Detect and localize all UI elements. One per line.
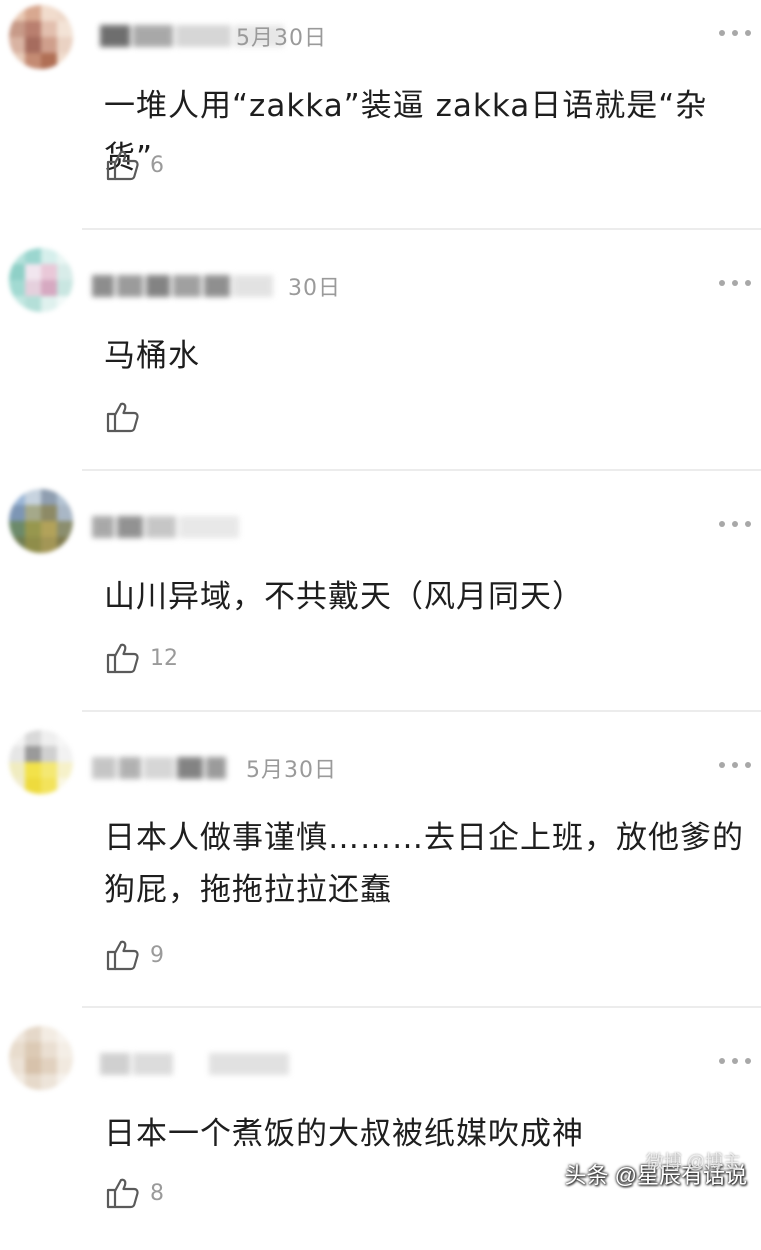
comment-text: 日本人做事谨慎………去日企上班，放他爹的狗屁，拖拖拉拉还蠢 (104, 820, 744, 908)
comment-date: 30日 (288, 276, 341, 301)
more-dots-icon[interactable] (719, 29, 753, 37)
avatar[interactable] (9, 489, 73, 553)
watermark-ghost-text: 微博 @博主 (645, 1152, 741, 1172)
like-button[interactable]: 6 (106, 148, 164, 182)
comment-item: 日本一个煮饭的大叔被纸媒吹成神 8 (0, 1008, 761, 1250)
like-count: 6 (150, 152, 164, 178)
more-dots-icon[interactable] (719, 520, 753, 528)
like-count: 8 (150, 1180, 164, 1206)
comment-item: 5月30日 一堆人用“zakka”装逼 zakka日语就是“杂货” 6 (0, 0, 761, 230)
like-button[interactable]: 8 (106, 1176, 164, 1210)
like-button[interactable] (106, 400, 150, 434)
like-count: 9 (150, 942, 164, 968)
comment-feed: 5月30日 一堆人用“zakka”装逼 zakka日语就是“杂货” 6 30日 … (0, 0, 761, 1250)
like-button[interactable]: 12 (106, 641, 178, 675)
thumbs-up-icon (106, 940, 139, 971)
comment-item: 山川异域，不共戴天（风月同天） 12 (0, 471, 761, 712)
more-dots-icon[interactable] (719, 1057, 753, 1065)
avatar[interactable] (9, 5, 73, 69)
like-button[interactable]: 9 (106, 938, 164, 972)
avatar[interactable] (9, 730, 73, 794)
thumbs-up-icon (106, 643, 139, 674)
comment-date: 5月30日 (246, 758, 337, 783)
comment-item: 5月30日 日本人做事谨慎………去日企上班，放他爹的狗屁，拖拖拉拉还蠢 9 (0, 712, 761, 1008)
comment-text: 马桶水 (104, 338, 200, 374)
thumbs-up-icon (106, 402, 139, 433)
more-dots-icon[interactable] (719, 279, 753, 287)
comment-text: 一堆人用“zakka”装逼 zakka日语就是“杂货” (104, 88, 708, 176)
username-blurred[interactable] (92, 750, 242, 786)
thumbs-up-icon (106, 150, 139, 181)
comment-date: 5月30日 (236, 26, 327, 51)
like-count: 12 (150, 645, 178, 671)
username-blurred[interactable] (100, 1046, 310, 1082)
avatar[interactable] (9, 1026, 73, 1090)
comment-text: 山川异域，不共戴天（风月同天） (104, 579, 584, 615)
username-blurred[interactable] (92, 268, 288, 304)
username-blurred[interactable] (92, 509, 272, 545)
comment-item: 30日 马桶水 (0, 230, 761, 471)
avatar[interactable] (9, 248, 73, 312)
watermark: 微博 @博主 头条 @星辰有话说 (565, 1152, 747, 1190)
thumbs-up-icon (106, 1178, 139, 1209)
more-dots-icon[interactable] (719, 761, 753, 769)
